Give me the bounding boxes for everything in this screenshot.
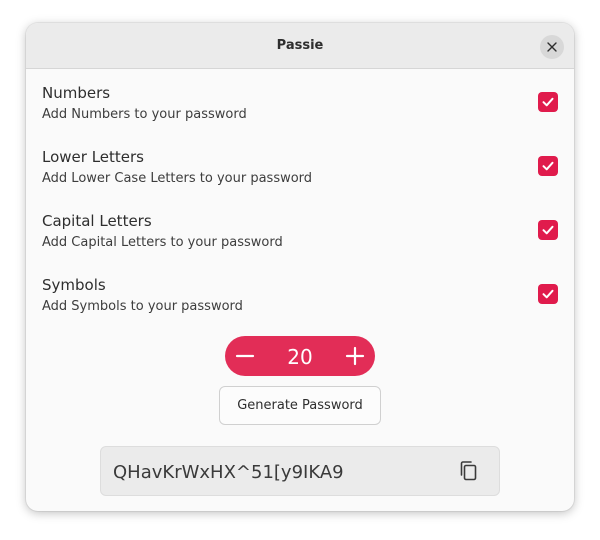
option-capital-letters: Capital Letters Add Capital Letters to y… — [42, 212, 562, 260]
option-symbols: Symbols Add Symbols to your password — [42, 276, 562, 324]
header-bar: Passie — [26, 23, 574, 69]
decrease-length-button[interactable] — [225, 336, 265, 376]
close-icon — [547, 42, 557, 52]
symbols-checkbox[interactable] — [538, 284, 558, 304]
app-window: Passie Numbers Add Numbers to your passw… — [26, 23, 574, 511]
option-title: Symbols — [42, 276, 106, 294]
option-numbers: Numbers Add Numbers to your password — [42, 84, 562, 132]
option-title: Capital Letters — [42, 212, 152, 230]
checkmark-icon — [542, 161, 554, 171]
length-spin-button: 20 — [225, 336, 375, 376]
option-subtitle: Add Lower Case Letters to your password — [42, 171, 313, 186]
minus-icon — [235, 354, 255, 358]
password-value[interactable]: QHavKrWxHX^51[y9IKA9 — [113, 462, 344, 483]
copy-icon — [460, 461, 477, 481]
option-subtitle: Add Symbols to your password — [42, 299, 243, 314]
checkmark-icon — [542, 225, 554, 235]
window-title: Passie — [276, 38, 324, 53]
password-field[interactable]: QHavKrWxHX^51[y9IKA9 — [100, 446, 500, 496]
lower-letters-checkbox[interactable] — [538, 156, 558, 176]
option-subtitle: Add Capital Letters to your password — [42, 235, 283, 250]
option-subtitle: Add Numbers to your password — [42, 107, 247, 122]
option-title: Lower Letters — [42, 148, 144, 166]
option-title: Numbers — [42, 84, 111, 102]
numbers-checkbox[interactable] — [538, 92, 558, 112]
copy-button[interactable] — [457, 459, 481, 483]
generate-password-button[interactable]: Generate Password — [219, 386, 381, 425]
close-button[interactable] — [540, 35, 564, 59]
capital-letters-checkbox[interactable] — [538, 220, 558, 240]
increase-length-button[interactable] — [335, 336, 375, 376]
option-lower-letters: Lower Letters Add Lower Case Letters to … — [42, 148, 562, 196]
checkmark-icon — [542, 289, 554, 299]
checkmark-icon — [542, 97, 554, 107]
plus-icon — [345, 346, 365, 366]
length-value[interactable]: 20 — [265, 345, 335, 369]
